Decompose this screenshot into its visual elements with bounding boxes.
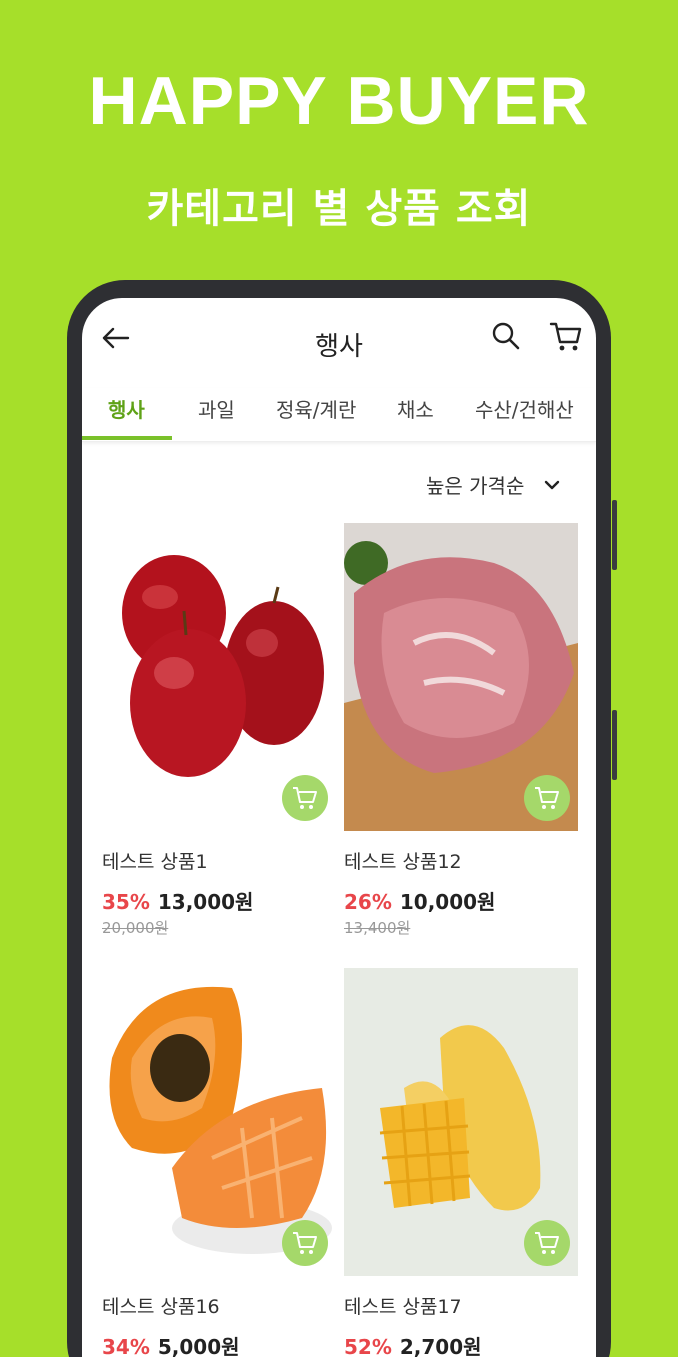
add-to-cart-button[interactable]: [524, 775, 570, 821]
cart-icon: [293, 1232, 317, 1254]
add-to-cart-button[interactable]: [524, 1220, 570, 1266]
chevron-down-icon[interactable]: [544, 476, 560, 490]
price-row: 26% 10,000원: [344, 886, 578, 915]
product-card[interactable]: 테스트 상품1 35% 13,000원 20,000원: [102, 523, 336, 938]
promo-subtitle: 카테고리 별 상품 조회: [146, 186, 532, 232]
tab-meat-egg[interactable]: 정육/계란: [276, 394, 356, 423]
product-card[interactable]: 테스트 상품17 52% 2,700원: [344, 968, 578, 1357]
price-row: 35% 13,000원: [102, 886, 336, 915]
discount-rate: 34%: [102, 1335, 150, 1357]
product-card[interactable]: 테스트 상품12 26% 10,000원 13,400원: [344, 523, 578, 938]
tab-event[interactable]: 행사: [108, 394, 145, 423]
app-header: 행사: [82, 298, 596, 384]
original-price: 13,400원: [344, 919, 411, 937]
tab-fruit[interactable]: 과일: [198, 394, 235, 423]
cart-icon: [535, 1232, 559, 1254]
original-price: 20,000원: [102, 919, 169, 937]
search-icon[interactable]: [490, 320, 522, 352]
product-name: 테스트 상품17: [344, 1296, 462, 1318]
product-image-mango[interactable]: [344, 968, 578, 1276]
product-name: 테스트 상품16: [102, 1296, 220, 1318]
cart-icon: [535, 787, 559, 809]
cart-icon[interactable]: [548, 318, 584, 354]
sale-price: 2,700원: [399, 1335, 482, 1357]
active-tab-indicator: [82, 436, 172, 440]
add-to-cart-button[interactable]: [282, 775, 328, 821]
product-card[interactable]: 테스트 상품16 34% 5,000원: [102, 968, 336, 1357]
promo-title: HAPPY BUYER: [88, 63, 590, 139]
price-row: 52% 2,700원: [344, 1331, 578, 1357]
add-to-cart-button[interactable]: [282, 1220, 328, 1266]
discount-rate: 35%: [102, 890, 150, 914]
price-row: 34% 5,000원: [102, 1331, 336, 1357]
category-tabs: 행사 과일 정육/계란 채소 수산/건해산: [82, 388, 596, 442]
phone-side-button: [612, 710, 617, 780]
tab-seafood[interactable]: 수산/건해산: [475, 394, 574, 423]
cart-icon: [293, 787, 317, 809]
discount-rate: 52%: [344, 1335, 392, 1357]
discount-rate: 26%: [344, 890, 392, 914]
product-name: 테스트 상품12: [344, 851, 462, 873]
product-name: 테스트 상품1: [102, 851, 208, 873]
sale-price: 13,000원: [157, 890, 254, 914]
product-image-apples[interactable]: [102, 523, 336, 831]
app-screen: 행사 행사 과일 정육/계란 채소 수산/건해산 높은 가격순 테스트 상품1 …: [82, 298, 596, 1357]
sale-price: 10,000원: [399, 890, 496, 914]
sale-price: 5,000원: [157, 1335, 240, 1357]
phone-side-button: [612, 500, 617, 570]
sort-dropdown[interactable]: 높은 가격순: [426, 470, 524, 499]
product-image-pork[interactable]: [344, 523, 578, 831]
product-image-papaya[interactable]: [102, 968, 336, 1276]
tab-vegetable[interactable]: 채소: [397, 394, 434, 423]
